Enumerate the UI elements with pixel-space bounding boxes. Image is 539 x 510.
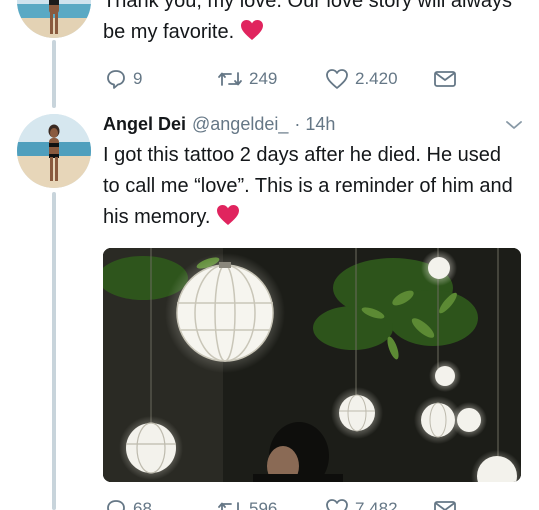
display-name[interactable]: Angel Dei xyxy=(103,112,186,136)
user-handle[interactable]: @angeldei_ xyxy=(192,112,288,136)
tweet-text: Thank you, my love. Our love story will … xyxy=(103,0,523,48)
thread-line xyxy=(52,192,56,510)
avatar-photo xyxy=(17,0,91,38)
heart-icon xyxy=(326,69,348,89)
retweet-button[interactable]: 249 xyxy=(217,68,325,90)
like-button[interactable]: 2.420 xyxy=(325,68,433,90)
retweet-count: 249 xyxy=(249,69,278,88)
red-heart-icon xyxy=(216,204,240,226)
reply-icon xyxy=(107,500,125,510)
retweet-icon xyxy=(218,72,242,86)
tweet-actions: 68 596 7.482 xyxy=(105,498,525,510)
envelope-icon xyxy=(434,501,456,510)
direct-message-button[interactable] xyxy=(433,499,457,510)
like-count: 7.482 xyxy=(355,499,398,510)
reply-button[interactable]: 9 xyxy=(105,68,217,90)
tweet-header: Angel Dei @angeldei_ · 14h xyxy=(103,112,523,136)
avatar-photo xyxy=(17,114,91,188)
tweet-text: I got this tattoo 2 days after he died. … xyxy=(103,140,523,233)
tweet-menu-button[interactable] xyxy=(505,118,523,136)
like-button[interactable]: 7.482 xyxy=(325,498,433,510)
tweet-body: Thank you, my love. Our love story will … xyxy=(103,0,513,43)
direct-message-button[interactable] xyxy=(433,69,457,89)
retweet-count: 596 xyxy=(249,499,278,510)
reply-count: 9 xyxy=(133,69,143,88)
like-count: 2.420 xyxy=(355,69,398,88)
tweet-photo[interactable] xyxy=(103,248,521,482)
heart-icon xyxy=(326,499,348,510)
reply-icon xyxy=(107,70,125,89)
retweet-button[interactable]: 596 xyxy=(217,498,325,510)
reply-count: 68 xyxy=(133,499,152,510)
lanterns-photo xyxy=(103,248,521,482)
retweet-icon xyxy=(218,502,239,510)
avatar[interactable] xyxy=(17,0,91,38)
tweet-actions: 9 249 2.420 xyxy=(105,68,525,90)
reply-button[interactable]: 68 xyxy=(105,498,217,510)
envelope-icon xyxy=(434,71,456,87)
red-heart-icon xyxy=(240,19,264,41)
chevron-down-icon xyxy=(506,121,522,129)
tweet-body: I got this tattoo 2 days after he died. … xyxy=(103,144,513,228)
avatar[interactable] xyxy=(17,114,91,188)
thread-line xyxy=(52,40,56,108)
timestamp[interactable]: · 14h xyxy=(294,112,335,136)
